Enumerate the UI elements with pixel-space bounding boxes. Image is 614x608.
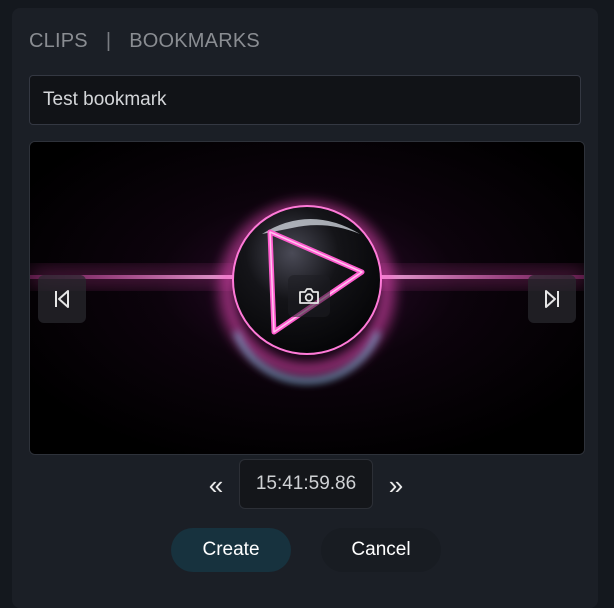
previous-frame-button[interactable] [38, 275, 86, 323]
tab-separator: | [105, 30, 112, 52]
snapshot-button[interactable] [288, 275, 330, 317]
double-chevron-left-icon: « [208, 470, 224, 500]
skip-forward-icon [545, 290, 559, 308]
next-frame-button[interactable] [528, 275, 576, 323]
tab-clips[interactable]: CLIPS [29, 30, 88, 53]
skip-back-icon [55, 290, 69, 308]
double-chevron-right-icon: » [388, 470, 404, 500]
timecode-row: « 15:41:59.86 » [0, 459, 614, 511]
timecode-display[interactable]: 15:41:59.86 [239, 459, 373, 509]
cancel-button[interactable]: Cancel [321, 528, 441, 572]
bookmark-name-input[interactable] [29, 75, 581, 125]
step-back-button[interactable]: « [203, 472, 229, 498]
video-preview [29, 141, 585, 455]
create-button[interactable]: Create [171, 528, 291, 572]
camera-icon [299, 288, 319, 304]
tab-bar: CLIPS | BOOKMARKS [29, 30, 260, 53]
tab-bookmarks[interactable]: BOOKMARKS [129, 30, 260, 53]
step-forward-button[interactable]: » [383, 472, 409, 498]
